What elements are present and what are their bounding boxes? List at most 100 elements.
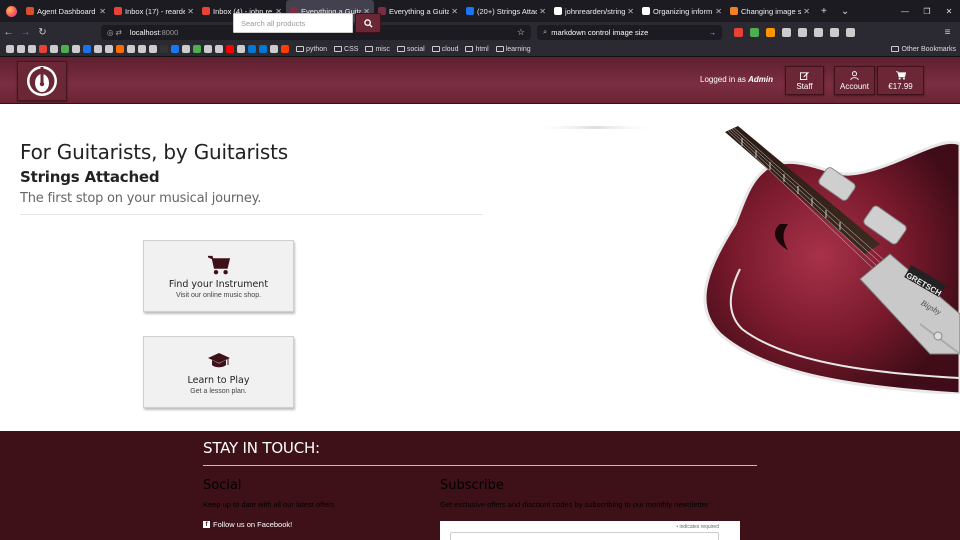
url-host: localhost [129,27,160,37]
bookmark-icon[interactable] [83,45,91,53]
bookmark-icon[interactable] [61,45,69,53]
learn-to-play-card[interactable]: Learn to Play Get a lesson plan. [143,336,294,408]
browser-tab[interactable]: johnrearden/string ✕ [550,0,638,22]
search-icon [363,18,373,28]
bookmark-folder[interactable]: learning [495,45,531,53]
browser-tab[interactable]: Inbox (17) - rearde ✕ [110,0,198,22]
bookmark-icon[interactable] [160,45,168,53]
bookmark-icon[interactable] [237,45,245,53]
close-tab-icon[interactable]: ✕ [99,7,106,16]
bookmark-folder[interactable]: cloud [431,46,458,53]
shield-icon[interactable]: ◎ ⇄ [107,28,122,37]
product-search-button[interactable] [355,13,381,33]
extension-icon[interactable] [846,27,855,37]
bookmark-icon[interactable] [193,45,201,53]
subscribe-text: Get exclusive offers and discount codes … [440,500,709,509]
account-button[interactable]: Account [834,66,875,95]
bookmark-icon[interactable] [171,45,179,53]
tab-list-chevron-icon[interactable]: ⌄ [834,6,856,17]
bookmark-icon[interactable] [138,45,146,53]
bookmark-icon[interactable] [28,45,36,53]
subscribe-heading: Subscribe [440,478,504,493]
close-tab-icon[interactable]: ✕ [803,7,810,16]
facebook-link[interactable]: f Follow us on Facebook! [203,520,292,529]
hero-title: For Guitarists, by Guitarists [20,140,288,164]
close-tab-icon[interactable]: ✕ [715,7,722,16]
bookmark-icon[interactable] [259,45,267,53]
bookmark-folder[interactable]: social [396,45,425,53]
browser-search-bar[interactable]: ⌕ markdown control image size → [537,24,722,40]
product-search-input[interactable]: Search all products [233,13,353,33]
bookmark-folder[interactable]: python [296,46,327,53]
bookmark-icon[interactable] [226,45,234,53]
other-bookmarks[interactable]: Other Bookmarks [890,46,956,53]
new-tab-icon[interactable]: + [814,6,834,17]
bookmark-icon[interactable] [39,45,47,53]
extension-icon[interactable] [766,27,775,37]
card-title: Learn to Play [187,374,250,386]
bookmark-folder[interactable]: misc [365,46,390,53]
bookmark-icon[interactable] [127,45,135,53]
search-icon: ⌕ [543,27,548,36]
site-logo[interactable] [17,61,67,101]
bookmark-folder[interactable]: CSS [334,46,358,53]
firefox-icon[interactable] [0,0,22,22]
tab-title: Agent Dashboard - My [37,6,97,16]
cart-button[interactable]: €17.99 [877,66,924,95]
bookmark-icon[interactable] [50,45,58,53]
guitar-image: GRETSCH Bigsby [530,126,960,394]
bookmark-icon[interactable] [149,45,157,53]
bookmark-icon[interactable] [72,45,80,53]
tab-favicon-icon [642,7,650,15]
menu-icon[interactable]: ≡ [939,27,956,38]
folder-icon [365,46,374,52]
bookmark-icon[interactable] [204,45,212,53]
extension-icon[interactable] [782,27,791,37]
bookmark-icon[interactable] [215,45,223,53]
close-tab-icon[interactable]: ✕ [187,7,194,16]
minimize-icon[interactable]: — [894,7,916,16]
bookmark-folder-label: html [475,45,489,53]
folder-icon [431,46,440,52]
find-instrument-card[interactable]: Find your Instrument Visit our online mu… [143,240,294,312]
browser-tab[interactable]: Changing image si ✕ [726,0,814,22]
extension-icon[interactable] [814,27,823,37]
bookmark-icon[interactable] [6,45,14,53]
bookmark-icon[interactable] [248,45,256,53]
extension-icon[interactable] [798,27,807,37]
forward-icon[interactable]: → [17,27,34,38]
bookmark-folder-label: social [406,45,425,53]
search-go-icon[interactable]: → [709,28,717,37]
bookmark-icon[interactable] [270,45,278,53]
bookmark-folder-label: learning [505,45,531,53]
browser-tab[interactable]: Everything a Guitarist✕ [374,0,462,22]
footer-heading: STAY IN TOUCH: [203,439,320,457]
footer-divider [203,465,757,466]
folder-icon [465,46,474,52]
staff-button[interactable]: Staff [785,66,824,95]
bookmark-icon[interactable] [116,45,124,53]
bookmark-folder[interactable]: html [465,45,489,53]
browser-tab[interactable]: Organizing inform ✕ [638,0,726,22]
email-field[interactable] [450,532,719,540]
extension-icon[interactable] [750,27,759,37]
browser-nav-bar: ← → ↻ ◎ ⇄ localhost:8000 ☆ ⌕ markdown co… [0,22,960,42]
bookmark-icon[interactable] [94,45,102,53]
extension-icon[interactable] [734,27,743,37]
bookmark-icon[interactable] [17,45,25,53]
bookmark-folder-label: CSS [344,45,359,53]
bookmark-star-icon[interactable]: ☆ [517,27,525,38]
close-tab-icon[interactable]: ✕ [627,7,634,16]
restore-icon[interactable]: ❐ [916,7,938,16]
bookmark-icon[interactable] [105,45,113,53]
bookmark-icon[interactable] [182,45,190,53]
reload-icon[interactable]: ↻ [34,27,51,38]
extension-icon[interactable] [830,27,839,37]
browser-tab[interactable]: (20+) Strings Attac ✕ [462,0,550,22]
browser-tab[interactable]: Agent Dashboard - My✕ [22,0,110,22]
close-window-icon[interactable]: ✕ [938,7,960,16]
back-icon[interactable]: ← [0,27,17,38]
close-tab-icon[interactable]: ✕ [451,7,458,16]
close-tab-icon[interactable]: ✕ [539,7,546,16]
bookmark-icon[interactable] [281,45,289,53]
